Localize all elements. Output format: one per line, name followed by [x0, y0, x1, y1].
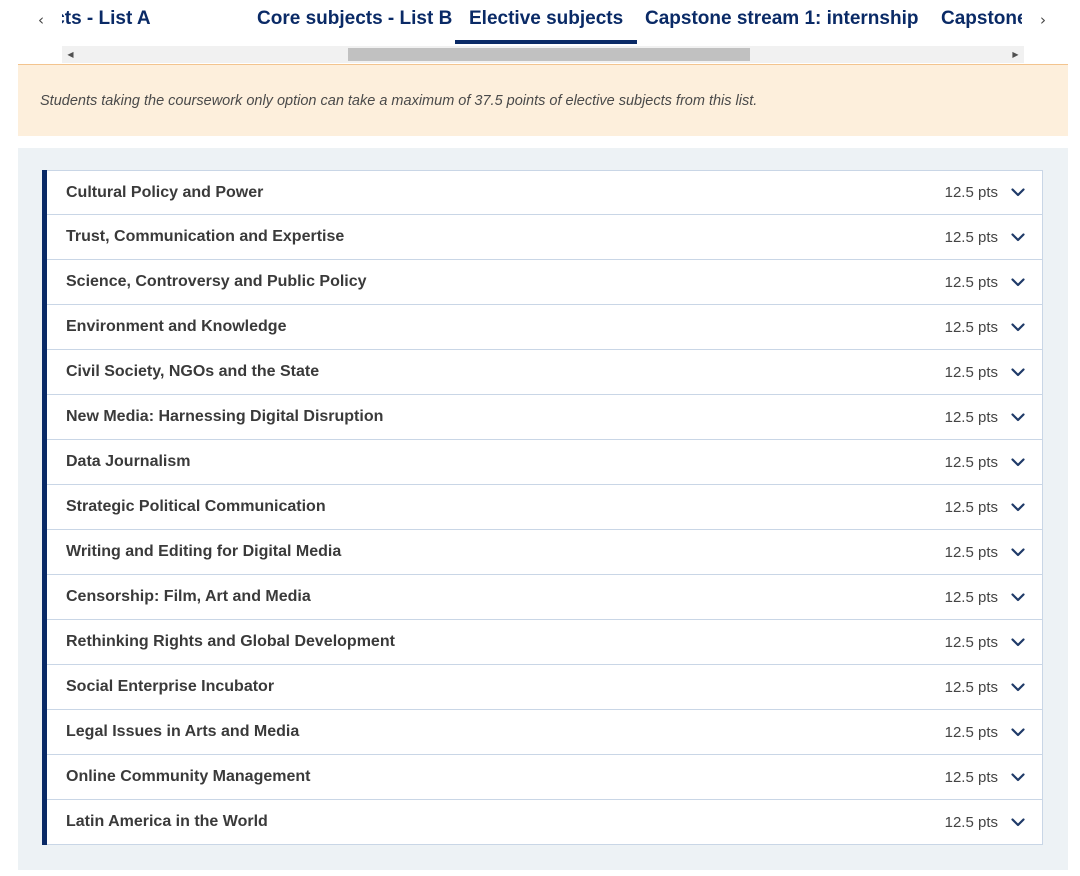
- subject-row[interactable]: Trust, Communication and Expertise 12.5 p…: [47, 215, 1043, 260]
- subject-title: Trust, Communication and Expertise: [66, 228, 345, 245]
- chevron-down-icon[interactable]: [1010, 499, 1026, 515]
- subject-points: 12.5 pts: [944, 318, 998, 336]
- subject-list-tabs: ‹ Core subjects - List A Core subjects -…: [0, 0, 1080, 46]
- chevron-down-icon[interactable]: [1010, 634, 1026, 650]
- subject-row[interactable]: Legal Issues in Arts and Media 12.5 pts: [47, 710, 1043, 755]
- chevron-down-icon[interactable]: [1010, 454, 1026, 470]
- chevron-down-icon[interactable]: [1010, 544, 1026, 560]
- subject-points: 12.5 pts: [944, 363, 998, 381]
- elective-notice: Students taking the coursework only opti…: [18, 64, 1068, 136]
- scroll-left-arrow-icon[interactable]: ◀: [62, 46, 79, 63]
- subject-points: 12.5 pts: [944, 184, 998, 201]
- subject-points: 12.5 pts: [944, 768, 998, 786]
- subject-points: 12.5 pts: [944, 633, 998, 651]
- subject-points: 12.5 pts: [944, 408, 998, 426]
- chevron-down-icon[interactable]: [1010, 679, 1026, 695]
- subject-title: Cultural Policy and Power: [66, 183, 264, 201]
- subject-title: Data Journalism: [66, 453, 191, 470]
- subject-title: Civil Society, NGOs and the State: [66, 363, 320, 380]
- chevron-down-icon[interactable]: [1010, 409, 1026, 425]
- subject-row[interactable]: Science, Controversy and Public Policy 12…: [47, 260, 1043, 305]
- chevron-down-icon[interactable]: [1010, 229, 1026, 245]
- subject-accordion-list: Cultural Policy and Power 12.5 pts Trust, …: [42, 170, 1043, 845]
- subject-row[interactable]: Censorship: Film, Art and Media 12.5 pts: [47, 575, 1043, 620]
- subject-row[interactable]: Civil Society, NGOs and the State 12.5 pt…: [47, 350, 1043, 395]
- subject-row[interactable]: New Media: Harnessing Digital Disruption…: [47, 395, 1043, 440]
- subject-points: 12.5 pts: [944, 678, 998, 696]
- subject-row[interactable]: Rethinking Rights and Global Development…: [47, 620, 1043, 665]
- chevron-left-icon[interactable]: ‹: [26, 0, 56, 40]
- scrollbar-thumb[interactable]: [348, 48, 750, 61]
- horizontal-scrollbar[interactable]: ◀ ▶: [62, 46, 1024, 63]
- subject-row[interactable]: Social Enterprise Incubator 12.5 pts: [47, 665, 1043, 710]
- subject-title: Censorship: Film, Art and Media: [66, 588, 311, 605]
- subject-list-panel: Cultural Policy and Power 12.5 pts Trust, …: [18, 148, 1068, 870]
- chevron-down-icon[interactable]: [1010, 589, 1026, 605]
- subject-title: Latin America in the World: [66, 813, 268, 830]
- tab-capstone[interactable]: Capstone: [927, 0, 1022, 44]
- subject-points: 12.5 pts: [944, 228, 998, 246]
- scroll-right-arrow-icon[interactable]: ▶: [1007, 46, 1024, 63]
- tab-core-subjects-list-a[interactable]: Core subjects - List A: [62, 0, 165, 44]
- chevron-down-icon[interactable]: [1010, 319, 1026, 335]
- subject-title: Online Community Management: [66, 768, 311, 785]
- chevron-down-icon[interactable]: [1010, 814, 1026, 830]
- chevron-down-icon[interactable]: [1010, 274, 1026, 290]
- tab-capstone-stream-1-internship[interactable]: Capstone stream 1: internship: [631, 0, 932, 44]
- chevron-down-icon[interactable]: [1010, 769, 1026, 785]
- subject-title: Strategic Political Communication: [66, 498, 326, 515]
- chevron-down-icon[interactable]: [1010, 185, 1026, 201]
- tab-core-subjects-list-b[interactable]: Core subjects - List B: [243, 0, 466, 44]
- subject-title: New Media: Harnessing Digital Disruption: [66, 408, 384, 425]
- chevron-down-icon[interactable]: [1010, 724, 1026, 740]
- subject-points: 12.5 pts: [944, 588, 998, 606]
- subject-row[interactable]: Strategic Political Communication 12.5 pt…: [47, 485, 1043, 530]
- chevron-down-icon[interactable]: [1010, 364, 1026, 380]
- subject-row[interactable]: Cultural Policy and Power 12.5 pts: [47, 170, 1043, 215]
- chevron-right-icon[interactable]: ›: [1028, 0, 1058, 40]
- subject-row[interactable]: Data Journalism 12.5 pts: [47, 440, 1043, 485]
- notice-text: Students taking the coursework only opti…: [40, 92, 758, 109]
- subject-title: Writing and Editing for Digital Media: [66, 543, 342, 560]
- subject-title: Environment and Knowledge: [66, 318, 287, 335]
- subject-points: 12.5 pts: [944, 813, 998, 831]
- subject-row[interactable]: Environment and Knowledge 12.5 pts: [47, 305, 1043, 350]
- subject-title: Social Enterprise Incubator: [66, 678, 275, 695]
- subject-row[interactable]: Writing and Editing for Digital Media 12.…: [47, 530, 1043, 575]
- tab-elective-subjects[interactable]: Elective subjects: [455, 0, 638, 44]
- subject-title: Legal Issues in Arts and Media: [66, 723, 300, 740]
- subject-title: Rethinking Rights and Global Development: [66, 633, 395, 650]
- subject-points: 12.5 pts: [944, 543, 998, 561]
- subject-points: 12.5 pts: [944, 273, 998, 291]
- subject-points: 12.5 pts: [944, 723, 998, 741]
- tab-viewport: Core subjects - List A Core subjects - L…: [62, 0, 1022, 46]
- subject-row[interactable]: Latin America in the World 12.5 pts: [47, 800, 1043, 845]
- subject-title: Science, Controversy and Public Policy: [66, 273, 367, 290]
- subject-points: 12.5 pts: [944, 453, 998, 471]
- subject-points: 12.5 pts: [944, 498, 998, 516]
- subject-row[interactable]: Online Community Management 12.5 pts: [47, 755, 1043, 800]
